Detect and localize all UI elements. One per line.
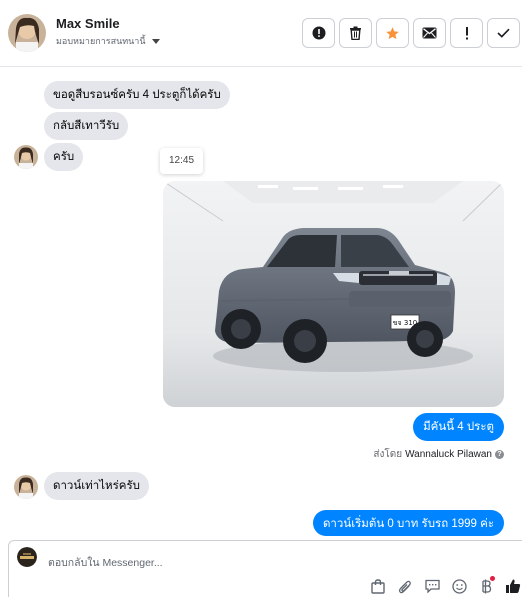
paperclip-icon (398, 580, 411, 593)
saved-replies-button[interactable] (423, 577, 441, 595)
payment-button[interactable] (477, 576, 495, 595)
incoming-message: ดาวน์เท่าไหร่ครับ (44, 472, 149, 500)
assign-label: มอบหมายการสนทนานี้ (56, 36, 146, 46)
shop-bag-button[interactable] (369, 577, 387, 595)
chat-bubble-icon (424, 579, 440, 593)
sent-by-name[interactable]: Wannaluck Pilawan (405, 449, 492, 460)
conversation-header: Max Smile มอบหมายการสนทนานี้ (0, 0, 522, 67)
help-icon[interactable]: ? (495, 450, 504, 459)
reply-input[interactable]: ตอบกลับใน Messenger... (48, 554, 163, 571)
delete-button[interactable] (339, 18, 372, 48)
incoming-message: ครับ (44, 143, 84, 171)
thumbs-up-icon (506, 579, 521, 593)
smiley-icon (451, 578, 467, 594)
sent-by-label: ส่งโดย (373, 449, 403, 460)
alert-button[interactable] (302, 18, 335, 48)
composer-toolbar (369, 576, 522, 595)
star-button[interactable] (376, 18, 409, 48)
attach-button[interactable] (396, 577, 414, 595)
contact-avatar-small (14, 475, 38, 499)
mark-done-button[interactable] (487, 18, 520, 48)
reply-composer[interactable]: ตอบกลับใน Messenger... (8, 540, 522, 597)
outgoing-message: ดาวน์เริ่มต้น 0 บาท รับรถ 1999 ค่ะ (312, 510, 504, 536)
incoming-message: ขอดูสีบรอนซ์ครับ 4 ประตูก็ได้ครับ (44, 81, 230, 109)
mail-button[interactable] (413, 18, 446, 48)
like-button[interactable] (504, 577, 522, 595)
shopping-bag-icon (371, 578, 385, 594)
contact-avatar-small (14, 145, 38, 169)
header-actions (302, 18, 520, 48)
notification-dot (490, 576, 495, 581)
exclamation-icon (465, 26, 468, 39)
important-button[interactable] (450, 18, 483, 48)
incoming-message: กลับสีเทาวีรับ (44, 112, 129, 140)
trash-icon (350, 26, 361, 40)
check-icon (497, 28, 510, 38)
baht-icon (482, 579, 492, 593)
outgoing-message: มีคันนี้ 4 ประตู (413, 413, 504, 441)
sent-by-info: ส่งโดย Wannaluck Pilawan ? (373, 447, 504, 462)
star-icon (386, 26, 399, 39)
mail-icon (422, 27, 437, 39)
message-photo-truck[interactable]: ขจ 310 (163, 181, 504, 407)
assign-conversation-dropdown[interactable]: มอบหมายการสนทนานี้ (56, 34, 160, 48)
emoji-button[interactable] (450, 577, 468, 595)
caret-down-icon (151, 38, 160, 44)
contact-name[interactable]: Max Smile (56, 16, 120, 31)
message-timestamp: 12:45 (160, 148, 203, 174)
page-avatar (17, 547, 37, 567)
alert-circle-icon (312, 26, 325, 40)
contact-avatar[interactable] (8, 14, 46, 52)
